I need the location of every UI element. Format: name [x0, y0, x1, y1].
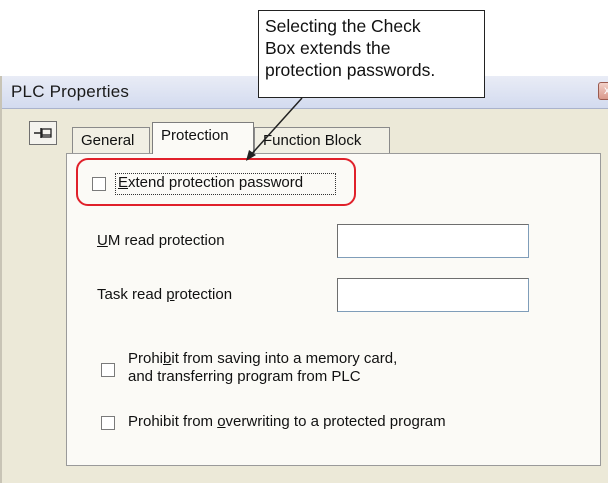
dialog-title: PLC Properties [11, 82, 130, 101]
prohibit-overwriting-label[interactable]: Prohibit from overwriting to a protected… [128, 413, 446, 430]
prohibit-saving-label-line2: and transferring program from PLC [128, 368, 361, 385]
close-button[interactable]: x [598, 82, 608, 100]
task-read-protection-field[interactable] [337, 278, 529, 312]
pin-button[interactable] [29, 121, 57, 145]
highlight-annotation [76, 158, 356, 206]
callout-line-1: Selecting the Check [265, 16, 421, 36]
prohibit-saving-label[interactable]: Prohibit from saving into a memory card,… [128, 350, 397, 386]
tab-protection[interactable]: Protection [152, 122, 254, 154]
prohibit-saving-checkbox[interactable] [101, 363, 115, 377]
um-read-protection-label: UM read protection [97, 232, 225, 249]
pin-icon [34, 128, 52, 138]
tab-general[interactable]: General [72, 127, 150, 153]
um-read-protection-field[interactable] [337, 224, 529, 258]
screenshot-stage: PLC Properties x General Protection Func… [0, 0, 608, 483]
tab-function-block[interactable]: Function Block [254, 127, 390, 153]
callout-note: Selecting the Check Box extends the prot… [258, 10, 485, 98]
callout-line-3: protection passwords. [265, 60, 436, 80]
task-read-protection-label: Task read protection [97, 286, 233, 303]
prohibit-overwriting-checkbox[interactable] [101, 416, 115, 430]
callout-line-2: Box extends the [265, 38, 391, 58]
prohibit-saving-label-line1: Prohibit from saving into a memory card, [128, 350, 398, 367]
